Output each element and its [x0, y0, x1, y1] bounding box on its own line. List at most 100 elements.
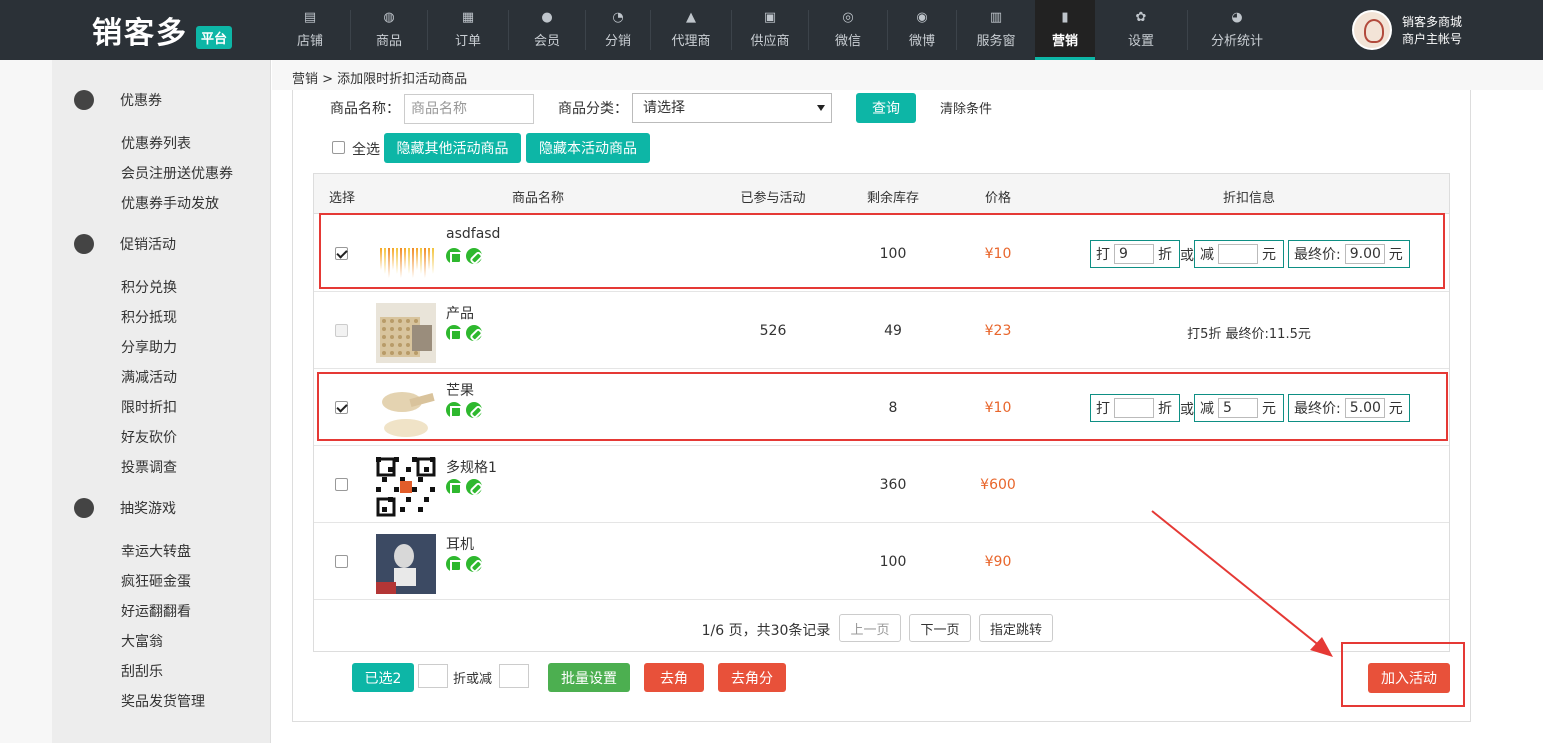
product-name[interactable]: 耳机 [446, 534, 474, 554]
sidebar-item-1-1[interactable]: 积分抵现 [121, 307, 177, 327]
nav-item-6[interactable]: ▣ 供应商 [732, 0, 808, 60]
nav-item-10[interactable]: ▮ 营销 [1035, 0, 1095, 60]
batch-set-button[interactable]: 批量设置 [548, 663, 630, 692]
user-icon: ● [541, 10, 553, 25]
sidebar-item-1-2[interactable]: 分享助力 [121, 337, 177, 357]
jump-page-button[interactable]: 指定跳转 [979, 614, 1053, 642]
col-discount: 折扣信息 [1222, 191, 1276, 206]
link-icon[interactable] [466, 556, 482, 572]
qrcode-icon[interactable] [446, 325, 462, 341]
product-name[interactable]: 产品 [446, 303, 474, 323]
chevron-down-icon [817, 105, 825, 111]
select-all-label: 全选 [352, 142, 380, 158]
query-button[interactable]: 查询 [856, 93, 916, 123]
row-checkbox[interactable] [335, 555, 348, 568]
nav-item-2[interactable]: ▦ 订单 [428, 0, 508, 60]
top-navbar: 销客多 平台 ▤ 店铺 ◍ 商品 ▦ 订单 ● 会员 ◔ 分销 ▲ 代理商 ▣ 供应商 ◎ 微信 ◉ 微博 ▥ 服务窗… [0, 0, 1543, 60]
col-activity: 已参与活动 [740, 191, 806, 206]
sidebar-group-title: 抽奖游戏 [120, 501, 176, 517]
nav-item-5[interactable]: ▲ 代理商 [651, 0, 731, 60]
product-actions [446, 325, 482, 341]
main-nav: ▤ 店铺 ◍ 商品 ▦ 订单 ● 会员 ◔ 分销 ▲ 代理商 ▣ 供应商 ◎ 微信 ◉ 微博 ▥ 服务窗 ▮ 营销 ✿ 设置 ◕… [270, 0, 1286, 60]
sidebar-item-2-5[interactable]: 奖品发货管理 [121, 691, 205, 711]
nav-item-label: 会员 [533, 34, 560, 49]
batch-reduce-input[interactable] [499, 664, 529, 688]
pie-icon: ◔ [612, 10, 624, 25]
sidebar-item-1-0[interactable]: 积分兑换 [121, 277, 177, 297]
wechat-icon: ◎ [842, 10, 854, 25]
nav-item-7[interactable]: ◎ 微信 [809, 0, 887, 60]
store-icon: ▤ [303, 10, 317, 25]
hide-other-activity-button[interactable]: 隐藏其他活动商品 [384, 133, 521, 163]
sidebar-item-2-0[interactable]: 幸运大转盘 [121, 541, 191, 561]
account-menu[interactable]: 销客多商城 商户主帐号 [1340, 0, 1543, 60]
col-select: 选择 [328, 191, 356, 206]
analytics-icon: ◕ [1231, 10, 1243, 25]
discount-info: 打5折 最终价:11.5元 [1187, 327, 1311, 342]
sidebar-item-1-3[interactable]: 满减活动 [121, 367, 177, 387]
join-activity-button[interactable]: 加入活动 [1368, 663, 1450, 693]
stock-value: 49 [884, 323, 902, 339]
nav-item-0[interactable]: ▤ 店铺 [270, 0, 350, 60]
sidebar-item-1-5[interactable]: 好友砍价 [121, 427, 177, 447]
avatar[interactable] [1352, 10, 1392, 50]
product-actions [446, 479, 482, 495]
sidebar-item-0-0[interactable]: 优惠券列表 [121, 133, 191, 153]
sidebar-item-1-6[interactable]: 投票调查 [121, 457, 177, 477]
selected-count-button[interactable]: 已选2 [352, 663, 414, 692]
link-icon[interactable] [466, 479, 482, 495]
nav-item-1[interactable]: ◍ 商品 [351, 0, 427, 60]
prev-page-button[interactable]: 上一页 [839, 614, 901, 642]
nav-item-4[interactable]: ◔ 分销 [586, 0, 650, 60]
nav-item-label: 代理商 [671, 34, 711, 49]
nav-item-8[interactable]: ◉ 微博 [888, 0, 956, 60]
nav-item-11[interactable]: ✿ 设置 [1095, 0, 1187, 60]
nav-item-label: 店铺 [296, 34, 323, 49]
sidebar-item-1-4[interactable]: 限时折扣 [121, 397, 177, 417]
sidebar-group-title: 优惠券 [120, 93, 162, 109]
nav-item-label: 供应商 [750, 34, 790, 49]
qrcode-icon[interactable] [446, 479, 462, 495]
category-select[interactable]: 请选择 [632, 93, 832, 123]
hide-this-activity-button[interactable]: 隐藏本活动商品 [526, 133, 650, 163]
sidebar-group-0[interactable]: 优惠券 [74, 90, 162, 110]
nav-item-label: 营销 [1051, 34, 1078, 49]
nav-item-3[interactable]: ● 会员 [509, 0, 585, 60]
price-value: ¥23 [984, 323, 1012, 339]
clear-filters-link[interactable]: 清除条件 [940, 98, 992, 117]
next-page-button[interactable]: 下一页 [909, 614, 971, 642]
sidebar-group-2[interactable]: 抽奖游戏 [74, 498, 176, 518]
price-value: ¥90 [984, 554, 1012, 570]
sidebar-item-0-2[interactable]: 优惠券手动发放 [121, 193, 219, 213]
nav-item-label: 微博 [908, 34, 935, 49]
sidebar-item-2-3[interactable]: 大富翁 [121, 631, 163, 651]
right-gutter [1471, 90, 1543, 743]
sidebar: 优惠券优惠券列表会员注册送优惠券 优惠券手动发放促销活动积分兑换积分抵现分享助力满… [52, 60, 271, 743]
select-all-checkbox[interactable] [332, 141, 345, 154]
stock-value: 360 [879, 477, 907, 493]
round-jiaofen-button[interactable]: 去角分 [718, 663, 786, 692]
nav-item-label: 设置 [1127, 34, 1154, 49]
nav-item-12[interactable]: ◕ 分析统计 [1188, 0, 1286, 60]
category-select-value: 请选择 [643, 100, 685, 116]
nav-item-label: 微信 [834, 34, 861, 49]
weibo-icon: ◉ [916, 10, 928, 25]
sidebar-item-0-1[interactable]: 会员注册送优惠券 [121, 163, 233, 183]
batch-discount-input[interactable] [418, 664, 448, 688]
brand-logo[interactable]: 销客多 平台 [0, 0, 270, 60]
qrcode-icon[interactable] [446, 556, 462, 572]
price-value: ¥600 [980, 477, 1016, 493]
sidebar-item-2-4[interactable]: 刮刮乐 [121, 661, 163, 681]
nav-item-label: 商品 [375, 34, 402, 49]
sidebar-group-1[interactable]: 促销活动 [74, 234, 176, 254]
round-jiao-button[interactable]: 去角 [644, 663, 704, 692]
sidebar-item-2-2[interactable]: 好运翻翻看 [121, 601, 191, 621]
sidebar-item-2-1[interactable]: 疯狂砸金蛋 [121, 571, 191, 591]
product-name-input[interactable]: 商品名称 [404, 94, 534, 124]
discount-or-reduce-label: 折或减 [453, 672, 493, 687]
link-icon[interactable] [466, 325, 482, 341]
nav-item-9[interactable]: ▥ 服务窗 [957, 0, 1035, 60]
product-name[interactable]: 多规格1 [446, 457, 497, 477]
row-checkbox[interactable] [335, 478, 348, 491]
row-checkbox [335, 324, 348, 337]
